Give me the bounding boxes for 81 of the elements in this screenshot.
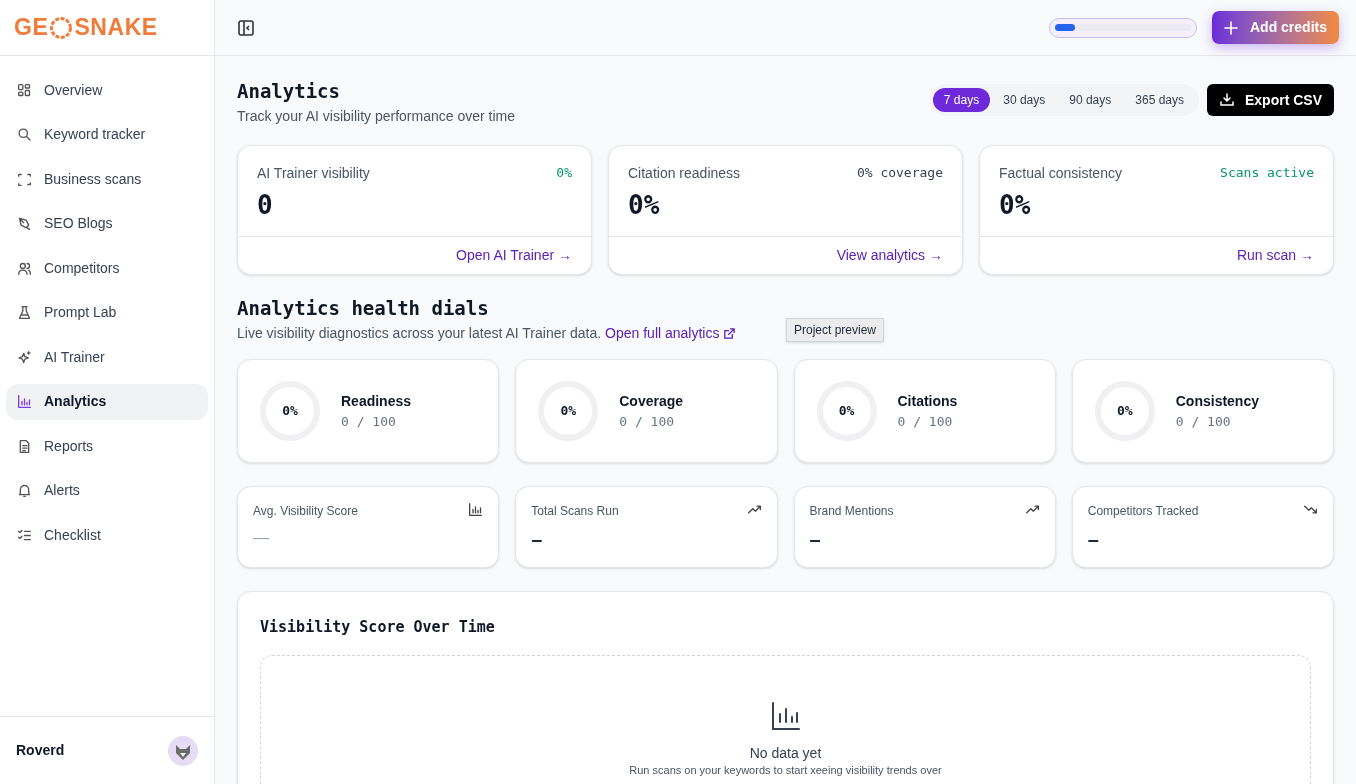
dial-label: Readiness <box>341 391 412 411</box>
flask-icon <box>17 305 32 320</box>
section-title: Analytics health dials <box>237 296 490 321</box>
users-icon <box>17 260 32 276</box>
card-link[interactable]: Run scan → <box>1236 245 1314 266</box>
card-value: 0% <box>999 189 1032 222</box>
open-analytics-link[interactable]: Open full analytics <box>605 323 737 344</box>
avatar-icon[interactable] <box>168 735 198 766</box>
chart-title: Visibility Score Over Time <box>260 617 496 638</box>
sidebar-item[interactable]: Keyword tracker <box>6 116 208 153</box>
dial-value: 0% <box>282 403 298 419</box>
empty-description: Run scans on your keywords to start xeeing visibility trends over <box>629 763 942 777</box>
stat-value: — <box>253 528 269 548</box>
card-title: Factual consistency <box>999 164 1122 183</box>
sidebar-item[interactable]: AI Trainer <box>6 339 208 375</box>
ring-icon <box>49 15 74 40</box>
card-status-text: 0% coverage <box>856 164 943 182</box>
page-subtitle: Track your AI visibility performance over time <box>237 107 515 126</box>
dial-label: Consistency <box>1175 391 1259 411</box>
sidebar-item[interactable]: Prompt Lab <box>6 294 208 331</box>
bar-chart-icon <box>17 394 32 409</box>
scan-frame-icon <box>17 171 32 187</box>
plus-icon <box>1224 20 1238 35</box>
page-title: Analytics <box>237 79 341 104</box>
bar-chart-icon <box>769 699 802 732</box>
trend-down-icon <box>1303 502 1318 517</box>
dial-value: 0% <box>560 403 577 419</box>
sidebar-item[interactable]: Reports <box>6 428 208 464</box>
bell-icon <box>17 483 32 498</box>
range-tab[interactable]: 90 days <box>1058 88 1123 112</box>
search-icon <box>17 127 32 142</box>
stat-title: Competitors Tracked <box>1087 503 1199 520</box>
dial-value: 0% <box>838 403 855 419</box>
card-link[interactable]: Open AI Trainer → <box>456 245 572 266</box>
stat-title: Total Scans Run <box>531 503 619 520</box>
sidebar-item[interactable]: Checklist <box>6 517 208 553</box>
sidebar-item[interactable]: Overview <box>6 72 208 108</box>
logo-text: GE <box>14 13 49 43</box>
stat-value: – <box>1087 527 1099 552</box>
card-link[interactable]: View analytics → <box>836 245 943 266</box>
stat-title: Brand Mentions <box>809 503 894 520</box>
card-value: 0 <box>257 189 274 222</box>
dial-score: 0 / 100 <box>1175 412 1232 431</box>
document-icon <box>17 438 32 454</box>
sparkles-icon <box>17 349 32 365</box>
stat-title: Avg. Visibility Score <box>253 503 358 520</box>
range-tab[interactable]: 365 days <box>1124 88 1195 112</box>
sidebar-item[interactable]: Analytics <box>6 383 208 420</box>
card-status-text: 0% <box>556 164 572 182</box>
card-title: Citation readiness <box>628 164 741 183</box>
dial-score: 0 / 100 <box>341 412 397 431</box>
dial-label: Citations <box>897 391 958 411</box>
sidebar-item[interactable]: SEO Blogs <box>6 205 208 242</box>
dial-value: 0% <box>1116 403 1133 419</box>
grid-icon <box>17 82 32 98</box>
checklist-icon <box>17 527 32 543</box>
tooltip: Project preview <box>786 318 885 342</box>
stat-value: – <box>531 527 543 552</box>
sidebar-toggle-icon[interactable] <box>237 18 255 37</box>
logo-text: SNAKE <box>74 13 158 43</box>
add-credits-button[interactable]: Add credits <box>1212 11 1339 44</box>
dial-label: Coverage <box>619 391 684 411</box>
section-description: Live visibility diagnostics across your latest AI Trainer data. <box>237 325 602 341</box>
sidebar-item[interactable]: Competitors <box>6 250 208 286</box>
empty-title: No data yet <box>749 743 822 762</box>
card-status-text: Scans active <box>1220 164 1314 182</box>
card-title: AI Trainer visibility <box>257 164 370 183</box>
stat-value: – <box>809 527 821 552</box>
external-link-icon <box>723 327 737 340</box>
range-tab[interactable]: 7 days <box>932 88 991 112</box>
range-tab[interactable]: 30 days <box>992 88 1057 112</box>
sidebar-item[interactable]: Business scans <box>6 161 208 197</box>
download-icon <box>1219 92 1235 108</box>
user-name: Roverd <box>16 741 65 760</box>
dial-score: 0 / 100 <box>897 412 954 431</box>
bar-chart-icon <box>468 502 484 517</box>
sidebar-item[interactable]: Alerts <box>6 472 208 509</box>
dial-score: 0 / 100 <box>619 412 676 431</box>
export-csv-button[interactable]: Export CSV <box>1207 84 1334 116</box>
card-value: 0% <box>628 189 661 222</box>
pen-icon <box>17 216 32 231</box>
